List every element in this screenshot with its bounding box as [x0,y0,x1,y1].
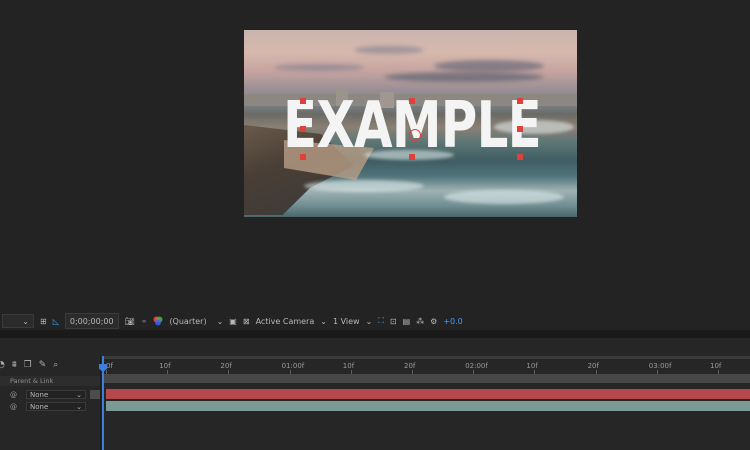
timeline-toggle-icon[interactable]: ▤ [403,314,411,328]
ruler-label: 03:00f [648,362,672,370]
cloud [354,46,424,54]
ruler-label: 20f [587,362,599,370]
viewer-toolbar: ⌄ ⊞ ◺ 0;00;00;00 📷︎ ⚭ (Quarter) ⌄ ▣ ⊠ Ac… [0,312,750,330]
ruler-label: 20f [220,362,232,370]
layer-swatch [90,390,100,399]
ruler-label: 01:00f [281,362,305,370]
timeline-panel: ◔ ⩩ ❐ ✎ ⌕ Parent & Link @ None ⌄ @ None … [0,338,750,450]
ruler-label: 10f [159,362,171,370]
transform-handle[interactable] [300,154,306,160]
layer-duration-bar[interactable] [106,401,750,411]
ruler-label: 10f [710,362,722,370]
draft-3d-icon[interactable]: ⩩ [12,360,17,370]
motion-blur-icon[interactable]: ◔ [0,360,5,370]
flowchart-icon[interactable]: ⁂ [416,314,424,328]
parent-dropdown[interactable]: None ⌄ [26,390,86,399]
cloud [274,64,364,71]
transform-handle[interactable] [517,126,523,132]
chevron-down-icon: ⌄ [76,402,82,411]
color-channels-icon[interactable] [153,314,163,328]
transform-handle[interactable] [300,126,306,132]
cloud [384,72,544,82]
view-layout-value: 1 View [332,316,360,326]
parent-value: None [30,390,49,399]
cloud [434,60,544,72]
chevron-down-icon: ⌄ [320,316,327,326]
snapshot-icon[interactable]: 📷︎ [125,314,135,328]
toggle-pixel-aspect-icon[interactable]: ⛶ [378,314,384,328]
magnification-dropdown[interactable]: ⌄ [2,314,34,328]
camera-value: Active Camera [255,316,315,326]
resolution-dropdown[interactable]: (Quarter) ⌄ [169,314,223,328]
frame-blending-icon[interactable]: ❐ [24,360,32,370]
parent-value: None [30,402,49,411]
ruler-label: 10f [526,362,538,370]
chevron-down-icon: ⌄ [216,316,224,326]
chevron-down-icon: ⌄ [365,316,373,326]
timecode-display[interactable]: 0;00;00;00 [64,313,119,329]
chevron-down-icon: ⌄ [76,390,82,399]
ruler-label: 10f [342,362,355,370]
ruler-label: 20f [404,362,416,370]
panel-divider[interactable] [0,330,750,338]
composition-viewer[interactable]: EXAMPLE [0,0,750,312]
layer-row[interactable]: @ None ⌄ [0,389,100,400]
transform-handle[interactable] [517,154,523,160]
time-ruler[interactable]: 0f 10f 20f 01:00f 10f 20f 02:00f 10f 20f 03:00f 10… [102,356,750,374]
wave-foam [444,190,564,204]
anchor-point-icon[interactable] [409,129,421,141]
pickwhip-icon[interactable]: @ [10,391,20,399]
region-of-interest-icon[interactable]: ▣ [229,314,237,328]
mask-visibility-icon[interactable]: ◺ [53,314,59,328]
transform-handle[interactable] [409,154,415,160]
exposure-reset-icon[interactable]: ⚙ [430,314,437,328]
graph-editor-icon[interactable]: ⌕ [53,360,58,370]
transform-handle[interactable] [409,98,415,104]
timeline-tools: ◔ ⩩ ❐ ✎ ⌕ [0,356,100,374]
view-layout-dropdown[interactable]: 1 View ⌄ [333,314,372,328]
pickwhip-icon[interactable]: @ [10,403,20,411]
wave-foam [304,180,424,192]
layer-duration-bar[interactable] [106,389,750,399]
ruler-label: 0f [106,362,113,370]
transform-handle[interactable] [300,98,306,104]
grid-guides-icon[interactable]: ⊞ [40,314,47,328]
show-snapshot-icon[interactable]: ⚭ [141,314,148,328]
transparency-grid-icon[interactable]: ⊠ [243,314,250,328]
layer-row[interactable]: @ None ⌄ [0,401,100,412]
composition-frame[interactable]: EXAMPLE [244,30,577,217]
ruler-label: 02:00f [465,362,488,370]
camera-dropdown[interactable]: Active Camera ⌄ [256,314,327,328]
column-header: Parent & Link [0,376,100,386]
parent-dropdown[interactable]: None ⌄ [26,402,86,411]
shy-layers-icon[interactable]: ✎ [39,360,47,370]
transform-handle[interactable] [517,98,523,104]
fast-previews-icon[interactable]: ⊡ [390,314,397,328]
exposure-value[interactable]: +0.0 [443,314,462,328]
work-area-bar[interactable] [102,374,750,383]
resolution-value: (Quarter) [169,316,207,326]
